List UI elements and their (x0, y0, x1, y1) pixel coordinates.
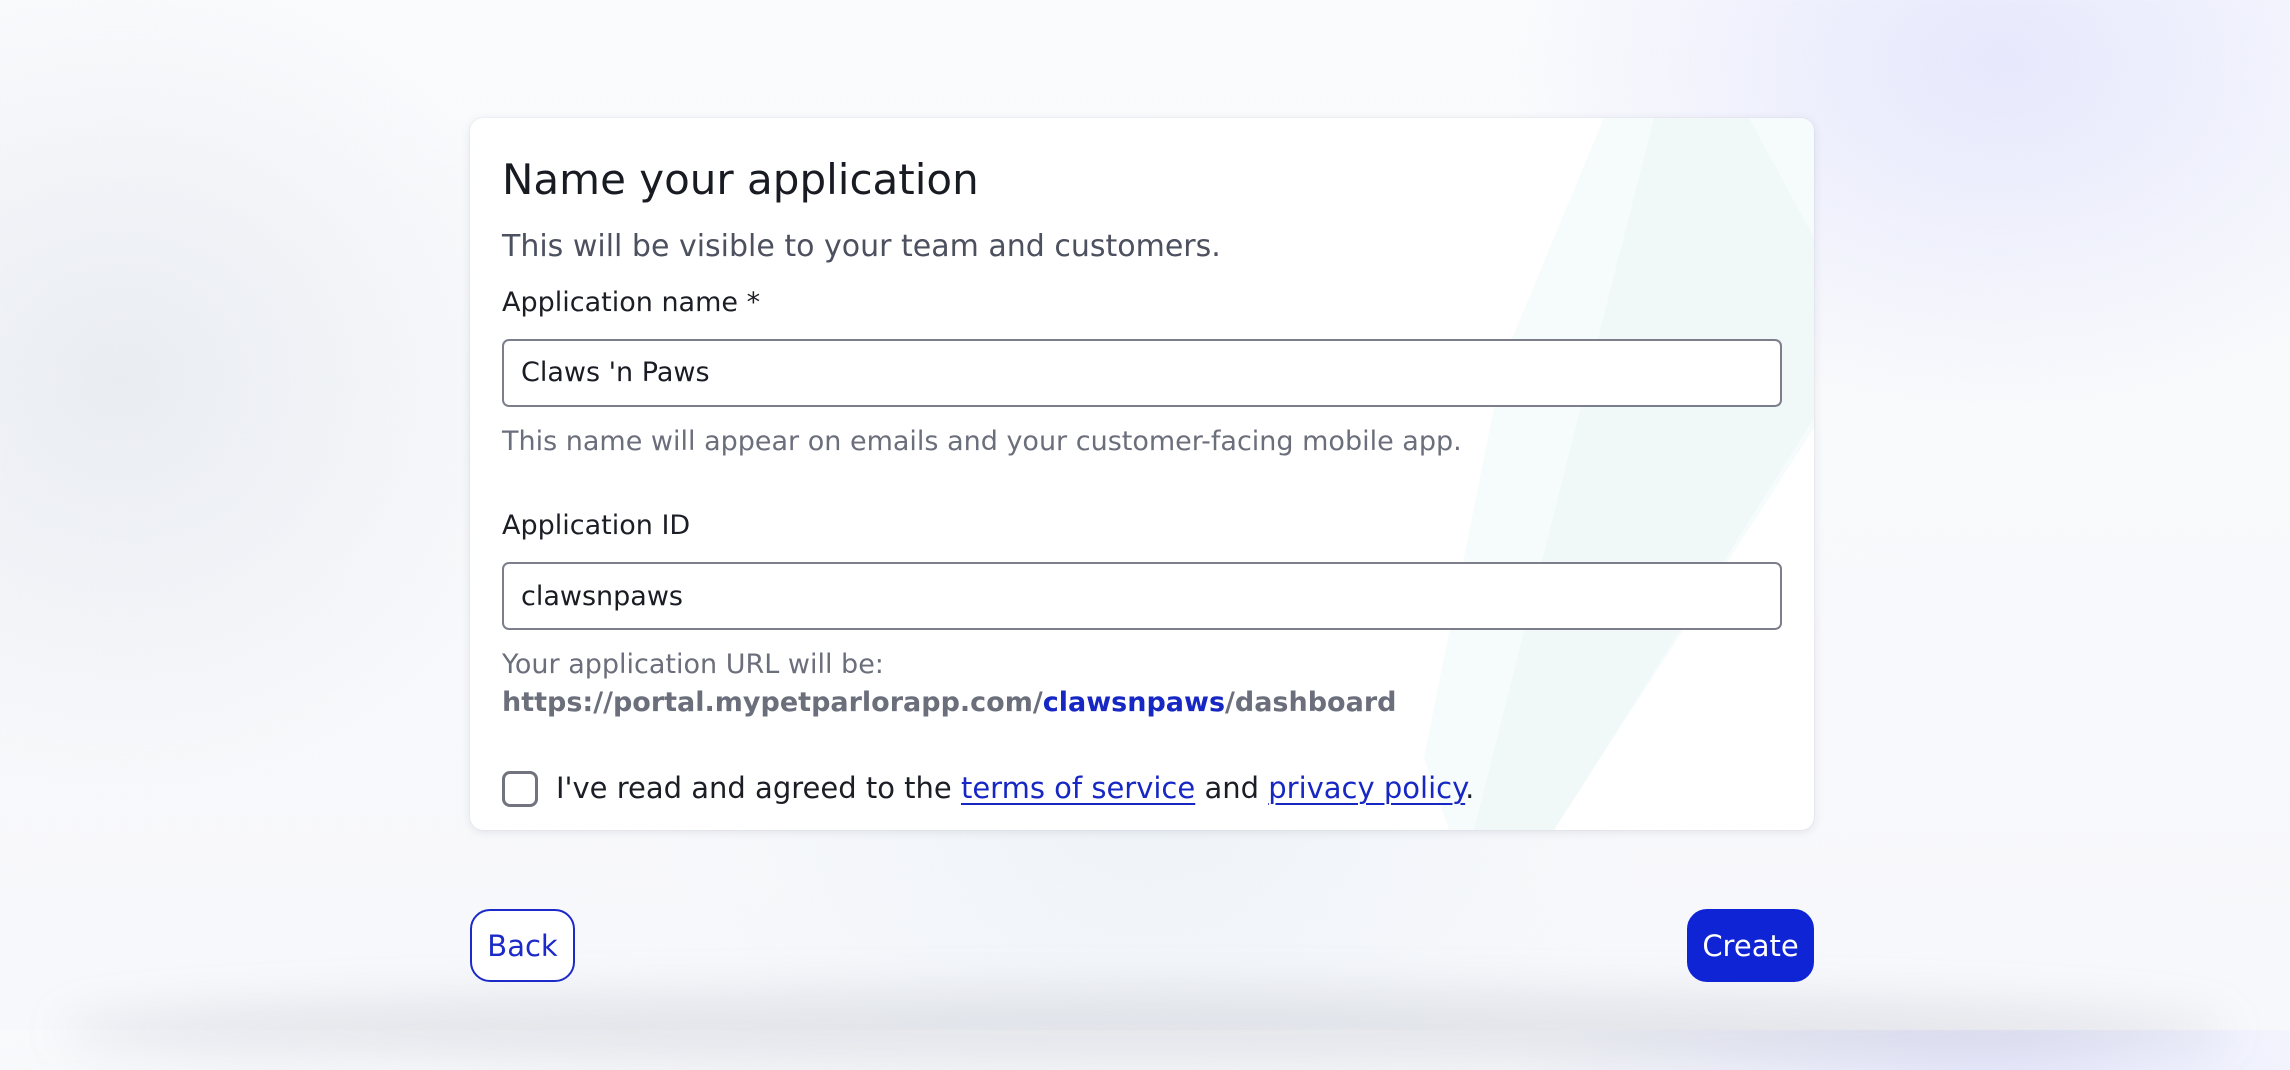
application-name-label: Application name * (502, 286, 761, 318)
privacy-policy-link[interactable]: privacy policy (1268, 771, 1465, 805)
form-content: Name your application This will be visib… (502, 154, 1782, 808)
application-url-prefix: Your application URL will be: (502, 649, 884, 681)
application-url-slug: clawsnpaws (1042, 687, 1226, 719)
agreement-row: I've read and agreed to the terms of ser… (502, 770, 1782, 808)
back-button[interactable]: Back (470, 909, 575, 982)
application-form-card: Name your application This will be visib… (470, 118, 1814, 830)
application-url-base: https://portal.mypetparlorapp.com/ (502, 687, 1043, 719)
agreement-text: I've read and agreed to the terms of ser… (556, 770, 1474, 808)
form-subtitle: This will be visible to your team and cu… (502, 228, 1221, 264)
background-shadow (60, 990, 2230, 1070)
application-url-suffix: /dashboard (1225, 687, 1397, 719)
agreement-checkbox[interactable] (502, 770, 538, 807)
agreement-text-after: . (1465, 771, 1475, 806)
agreement-text-before: I've read and agreed to the (556, 771, 952, 806)
application-id-label: Application ID (502, 510, 691, 542)
application-url-help: Your application URL will be: https://po… (502, 646, 1782, 722)
application-id-input[interactable] (502, 562, 1782, 631)
application-name-help: This name will appear on emails and your… (502, 425, 1462, 457)
form-title: Name your application (502, 155, 979, 204)
terms-of-service-link[interactable]: terms of service (961, 771, 1195, 805)
create-button[interactable]: Create (1687, 909, 1814, 982)
agreement-text-middle: and (1204, 771, 1260, 806)
application-name-input[interactable] (502, 338, 1782, 407)
